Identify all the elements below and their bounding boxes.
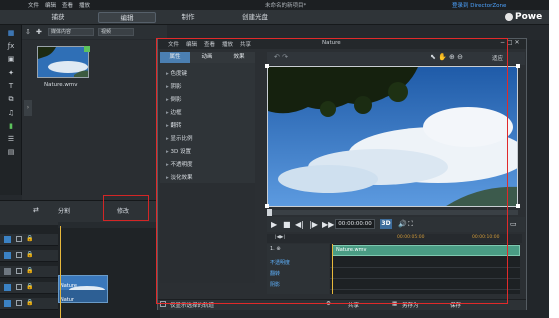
video-track-icon	[4, 236, 11, 243]
pip-room-icon[interactable]: ▣	[6, 55, 16, 63]
library-item-name: Nature.wmv	[44, 82, 78, 88]
lock-icon[interactable]: 🔒	[26, 267, 33, 274]
track-row[interactable]: 🔒	[0, 266, 58, 278]
resize-handle[interactable]	[516, 64, 520, 68]
plugin-icon[interactable]: ✚	[36, 28, 42, 36]
tab-produce[interactable]: 制作	[168, 12, 208, 23]
split-button[interactable]: 分割	[58, 206, 70, 215]
window-title: 未命名的新项目*	[265, 3, 307, 9]
track-enable-checkbox[interactable]	[16, 284, 22, 290]
audio-mixing-icon[interactable]: ♫	[6, 109, 16, 117]
title-room-icon[interactable]: T	[6, 82, 16, 90]
tab-create-disc[interactable]: 创建光盘	[230, 12, 280, 23]
track-enable-checkbox[interactable]	[16, 268, 22, 274]
collapse-arrow-icon[interactable]: ›	[24, 100, 32, 116]
track-row[interactable]: 🔒	[0, 234, 58, 246]
clip-label: Nature	[60, 283, 77, 289]
display-mode-icon[interactable]: ▭	[510, 220, 517, 228]
track-row[interactable]: 🔒	[0, 250, 58, 262]
split-icon[interactable]: ⇄	[33, 206, 39, 214]
subtitle-room-icon[interactable]: ▤	[6, 148, 16, 156]
track-enable-checkbox[interactable]	[16, 300, 22, 306]
menu-view[interactable]: 查看	[62, 1, 73, 9]
import-icon[interactable]: ⇩	[25, 28, 31, 36]
mode-tabs: 捕获 编辑 制作 创建光盘	[0, 10, 549, 25]
used-check-icon	[84, 46, 90, 52]
track-row[interactable]: 🔒	[0, 282, 58, 294]
nature-thumbnail-image	[38, 47, 88, 77]
timeline-ruler[interactable]	[58, 222, 158, 228]
modify-highlight	[103, 195, 149, 221]
menu-play[interactable]: 播放	[79, 1, 90, 9]
track-enable-checkbox[interactable]	[16, 236, 22, 242]
lock-icon[interactable]: 🔒	[26, 299, 33, 306]
library-toolbar: ⇩ ✚ 媒体内容 视频	[22, 25, 167, 39]
clip-label-audio: Natur	[60, 297, 74, 303]
voice-over-icon[interactable]: ▮	[6, 122, 16, 130]
audio-track-icon	[4, 252, 11, 259]
chapter-room-icon[interactable]: ☰	[6, 135, 16, 143]
menu-edit[interactable]: 编辑	[45, 1, 56, 9]
powerdirector-logo-icon	[505, 13, 513, 21]
media-filter-dropdown[interactable]: 媒体内容	[48, 28, 94, 36]
dialog-highlight	[156, 38, 508, 304]
room-icon-column: ▦ ƒx ▣ ✦ T ⧉ ♫ ▮ ☰ ▤	[0, 25, 22, 195]
timeline-playhead[interactable]	[60, 226, 61, 318]
type-filter-dropdown[interactable]: 视频	[98, 28, 134, 36]
menu-file[interactable]: 文件	[28, 1, 39, 9]
login-link[interactable]: 登录到 DirectorZone	[452, 1, 506, 9]
track-enable-checkbox[interactable]	[16, 252, 22, 258]
media-room-icon[interactable]: ▦	[6, 29, 16, 37]
track-row[interactable]: 🔒	[0, 298, 58, 310]
library-item-thumbnail[interactable]	[37, 46, 89, 78]
particle-room-icon[interactable]: ✦	[6, 69, 16, 77]
transition-room-icon[interactable]: ⧉	[6, 95, 16, 103]
lock-icon[interactable]: 🔒	[26, 283, 33, 290]
lock-icon[interactable]: 🔒	[26, 251, 33, 258]
brand-name: Powe	[515, 12, 543, 22]
resize-handle[interactable]	[516, 204, 520, 208]
fx-room-icon[interactable]: ƒx	[6, 42, 16, 50]
menu-bar: 文件 编辑 查看 播放 未命名的新项目* 登录到 DirectorZone	[0, 0, 549, 10]
audio-track-icon	[4, 300, 11, 307]
tab-edit[interactable]: 编辑	[98, 12, 156, 23]
tab-capture[interactable]: 捕获	[38, 12, 78, 23]
video-editor-app: 文件 编辑 查看 播放 未命名的新项目* 登录到 DirectorZone 捕获…	[0, 0, 549, 318]
fx-track-icon	[4, 268, 11, 275]
video-track-icon	[4, 284, 11, 291]
lock-icon[interactable]: 🔒	[26, 235, 33, 242]
